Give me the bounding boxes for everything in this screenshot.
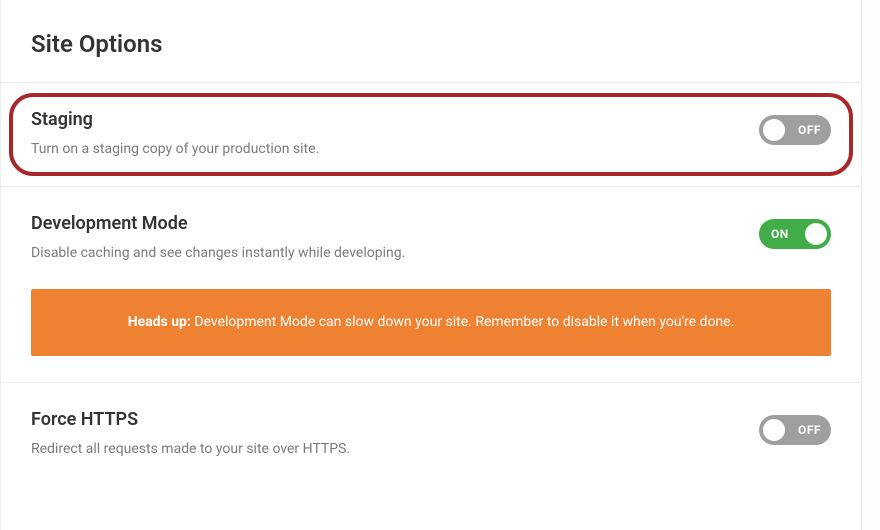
notice-bold: Heads up: (128, 314, 191, 330)
toggle-label: ON (771, 227, 789, 241)
toggle-knob-icon (763, 119, 785, 141)
development-mode-toggle[interactable]: ON (759, 219, 831, 249)
https-title: Force HTTPS (31, 409, 739, 430)
toggle-label: OFF (798, 123, 821, 137)
section-row: Development Mode Disable caching and see… (31, 213, 831, 264)
section-row: Force HTTPS Redirect all requests made t… (31, 409, 831, 460)
https-desc: Redirect all requests made to your site … (31, 440, 739, 460)
staging-toggle[interactable]: OFF (759, 115, 831, 145)
section-text: Force HTTPS Redirect all requests made t… (31, 409, 739, 460)
section-staging: Staging Turn on a staging copy of your p… (1, 83, 861, 187)
toggle-knob-icon (805, 223, 827, 245)
site-options-panel: Site Options Staging Turn on a staging c… (0, 0, 862, 530)
devmode-desc: Disable caching and see changes instantl… (31, 244, 739, 264)
panel-header: Site Options (1, 0, 861, 83)
section-development-mode: Development Mode Disable caching and see… (1, 187, 861, 383)
staging-desc: Turn on a staging copy of your productio… (31, 140, 739, 160)
toggle-label: OFF (798, 423, 821, 437)
staging-title: Staging (31, 109, 739, 130)
section-text: Development Mode Disable caching and see… (31, 213, 739, 264)
devmode-title: Development Mode (31, 213, 739, 234)
force-https-toggle[interactable]: OFF (759, 415, 831, 445)
devmode-notice: Heads up: Development Mode can slow down… (31, 289, 831, 355)
notice-text: Development Mode can slow down your site… (191, 314, 734, 330)
section-force-https: Force HTTPS Redirect all requests made t… (1, 383, 861, 486)
toggle-knob-icon (763, 419, 785, 441)
section-row: Staging Turn on a staging copy of your p… (31, 109, 831, 160)
page-title: Site Options (31, 30, 831, 58)
section-text: Staging Turn on a staging copy of your p… (31, 109, 739, 160)
